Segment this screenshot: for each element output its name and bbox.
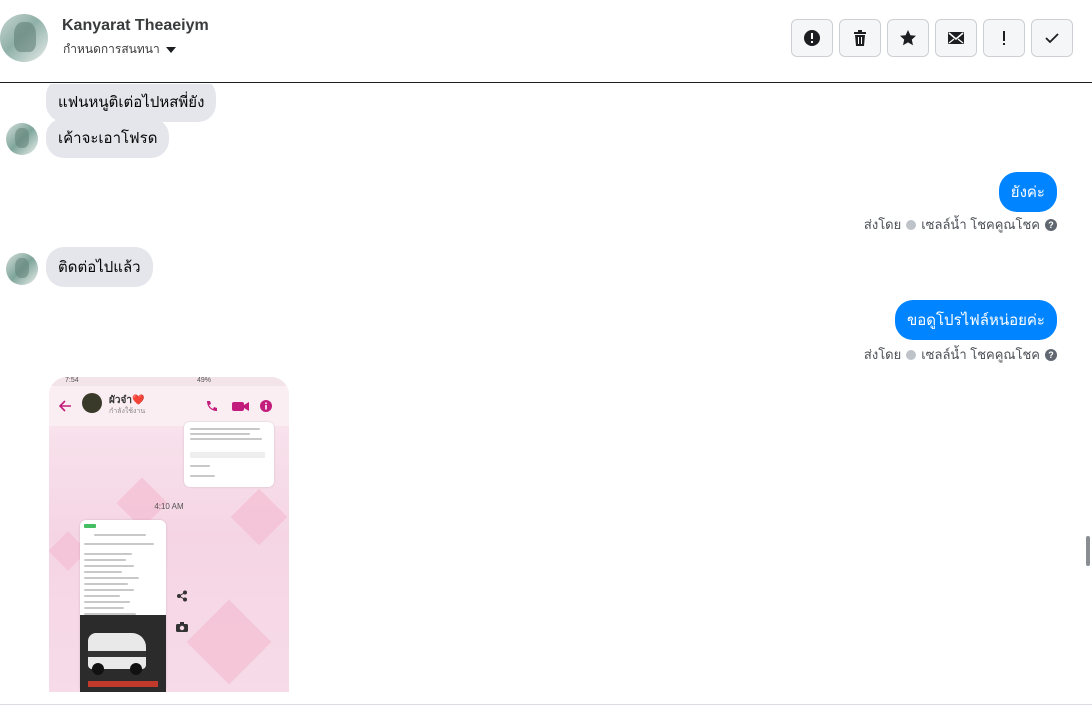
conversation-header: Kanyarat Theaeiym กำหนดการสนทนา: [0, 0, 1092, 83]
heart-decoration: [186, 599, 272, 685]
heart-decoration: [230, 488, 288, 546]
sent-by-prefix: ส่งโดย: [863, 347, 902, 362]
incoming-message[interactable]: แฟนหนูติเต่อไปหสพี่ยัง: [46, 84, 217, 122]
share-icon: [177, 590, 187, 602]
sent-by-prefix: ส่งโดย: [863, 217, 902, 232]
truck-photo: [80, 615, 166, 692]
help-icon[interactable]: ?: [1045, 218, 1057, 231]
contact-avatar[interactable]: [0, 14, 48, 62]
conversation-settings-label: กำหนดการสนทนา: [63, 42, 160, 56]
embedded-profile-screenshot: [80, 520, 166, 692]
incoming-message[interactable]: ติดต่อไปแล้ว: [46, 247, 153, 287]
sent-by-label: ส่งโดย เซลล์น้ำ โชคคูณโชค ?: [864, 214, 1057, 235]
alert-circle-icon: [804, 30, 820, 46]
sender-name: เซลล์น้ำ โชคคูณโชค: [921, 347, 1040, 362]
phone-chat-status: กำลังใช้งาน: [109, 408, 146, 415]
phone-status-bar: 7:54 49%: [49, 377, 289, 386]
outgoing-message[interactable]: ยังค่ะ: [998, 172, 1057, 212]
back-arrow-icon: [59, 400, 71, 412]
sent-by-label: ส่งโดย เซลล์น้ำ โชคคูณโชค ?: [864, 344, 1057, 365]
caret-down-icon: [165, 46, 176, 53]
phone-message-timestamp: 4:10 AM: [154, 502, 184, 511]
checkmark-icon: [1045, 33, 1059, 44]
sender-name: เซลล์น้ำ โชคคูณโชค: [921, 217, 1040, 232]
image-attachment[interactable]: 7:54 49% ผัวจ๋า❤️ กำลังใช้งาน 4:10 AM: [49, 377, 289, 692]
trash-icon: [854, 30, 866, 46]
mark-unread-button[interactable]: [935, 19, 977, 57]
incoming-message[interactable]: เค้าจะเอาโฟรด: [46, 118, 170, 158]
action-toolbar: [791, 19, 1073, 57]
exclamation-icon: [1003, 31, 1005, 45]
camera-icon: [176, 622, 188, 632]
delete-button[interactable]: [839, 19, 881, 57]
mark-spam-button[interactable]: [791, 19, 833, 57]
phone-chat-avatar: [82, 393, 102, 413]
video-call-icon: [232, 402, 249, 411]
envelope-icon: [948, 32, 964, 44]
verified-icon: [906, 349, 917, 360]
phone-status-time: 7:54: [65, 377, 79, 384]
scrollbar-thumb[interactable]: [1086, 536, 1090, 566]
thread-scrollbar[interactable]: [1080, 84, 1092, 692]
mark-done-button[interactable]: [1031, 19, 1073, 57]
contact-avatar-small[interactable]: [6, 253, 38, 285]
phone-battery: 49%: [196, 377, 211, 384]
help-icon[interactable]: ?: [1045, 348, 1057, 361]
mark-important-button[interactable]: [983, 19, 1025, 57]
phone-call-icon: [207, 401, 217, 411]
message-composer[interactable]: [0, 704, 1092, 713]
outgoing-message[interactable]: ขอดูโปรไฟล์หน่อยค่ะ: [894, 300, 1057, 340]
star-button[interactable]: [887, 19, 929, 57]
contact-avatar-small[interactable]: [6, 123, 38, 155]
embedded-screenshot-card: [184, 422, 274, 487]
info-icon: [260, 400, 272, 412]
phone-chat-header: ผัวจ๋า❤️ กำลังใช้งาน: [49, 386, 289, 426]
star-icon: [900, 30, 916, 46]
conversation-settings-dropdown[interactable]: กำหนดการสนทนา: [63, 40, 176, 59]
contact-name[interactable]: Kanyarat Theaeiym: [62, 17, 209, 35]
message-thread[interactable]: แฟนหนูติเต่อไปหสพี่ยัง เค้าจะเอาโฟรด ยัง…: [0, 84, 1080, 692]
verified-icon: [906, 219, 917, 230]
